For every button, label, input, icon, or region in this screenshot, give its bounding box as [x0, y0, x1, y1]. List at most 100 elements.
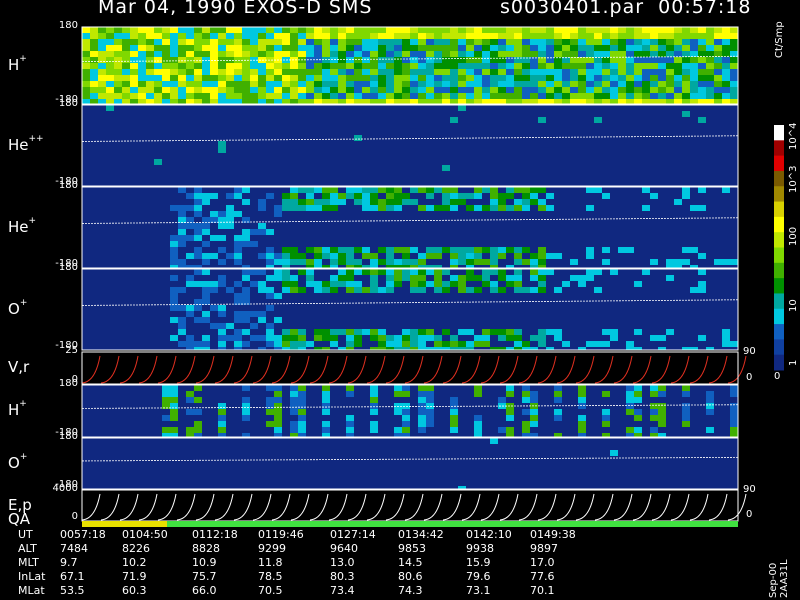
spectrogram-cell: [146, 199, 154, 205]
spectrogram-cell: [218, 269, 226, 275]
spectrogram-cell: [442, 141, 450, 147]
spectrogram-cell: [314, 259, 322, 265]
spectrogram-cell: [322, 311, 330, 317]
spectrogram-cell: [82, 269, 90, 275]
spectrogram-cell: [266, 229, 274, 235]
spectrogram-cell: [722, 305, 730, 311]
spectrogram-cell: [106, 99, 114, 104]
spectrogram-cell: [354, 397, 362, 403]
spectrogram-cell: [162, 165, 170, 171]
spectrogram-cell: [570, 253, 578, 259]
spectrogram-cell: [402, 81, 410, 87]
spectrogram-cell: [218, 69, 226, 75]
spectrogram-cell: [290, 385, 298, 391]
spectrogram-cell: [538, 323, 546, 329]
spectrogram-cell: [698, 69, 706, 75]
spectrogram-cell: [186, 129, 194, 135]
spectrogram-cell: [498, 193, 506, 199]
spectrogram-cell: [530, 241, 538, 247]
spectrogram-cell: [602, 193, 610, 199]
spectrogram-cell: [650, 247, 658, 253]
spectrogram-cell: [314, 323, 322, 329]
spectrogram-cell: [426, 187, 434, 193]
spectrogram-cell: [146, 293, 154, 299]
spectrogram-cell: [146, 329, 154, 335]
spectrogram-cell: [346, 259, 354, 265]
spectrogram-cell: [402, 135, 410, 141]
spectrogram-cell: [546, 211, 554, 217]
spectrogram-cell: [666, 247, 674, 253]
spectrogram-cell: [570, 63, 578, 69]
spectrogram-cell: [274, 51, 282, 57]
spectrogram-cell: [274, 293, 282, 299]
spectrogram-cell: [610, 217, 618, 223]
spectrogram-cell: [162, 391, 170, 397]
spectrogram-cell: [298, 427, 306, 433]
spectrogram-cell: [442, 193, 450, 199]
spectrogram-cell: [690, 259, 698, 265]
spectrogram-cell: [202, 323, 210, 329]
spectrogram-cell: [226, 165, 234, 171]
spectrogram-cell: [394, 223, 402, 229]
spectrogram-cell: [250, 75, 258, 81]
spectrogram-cell: [538, 165, 546, 171]
spectrogram-cell: [442, 33, 450, 39]
spectrogram-cell: [610, 247, 618, 253]
spectrogram-cell: [562, 93, 570, 99]
spectrogram-cell: [434, 421, 442, 427]
spectrogram-cell: [354, 323, 362, 329]
spectrogram-cell: [178, 193, 186, 199]
spectrogram-cell: [442, 87, 450, 93]
spectrogram-cell: [466, 187, 474, 193]
spectrogram-cell: [82, 253, 90, 259]
spectrogram-cell: [82, 135, 90, 141]
spectrogram-cell: [586, 141, 594, 147]
spectrogram-cell: [186, 341, 194, 347]
spectrogram-cell: [154, 193, 162, 199]
spectrogram-cell: [186, 323, 194, 329]
spectrogram-cell: [186, 87, 194, 93]
spectrogram-cell: [338, 99, 346, 104]
spectrogram-cell: [218, 341, 226, 347]
spectrogram-cell: [338, 153, 346, 159]
spectrogram-cell: [98, 305, 106, 311]
spectrogram-cell: [306, 415, 314, 421]
spectrogram-cell: [674, 117, 682, 123]
spectrogram-cell: [226, 171, 234, 177]
spectrogram-cell: [394, 305, 402, 311]
spectrogram-cell: [458, 81, 466, 87]
spectrogram-cell: [690, 87, 698, 93]
spectrogram-cell: [106, 159, 114, 165]
spectrogram-cell: [186, 311, 194, 317]
spectrogram-cell: [306, 117, 314, 123]
spectrogram-cell: [98, 317, 106, 323]
spectrogram-cell: [634, 211, 642, 217]
spectrogram-cell: [570, 123, 578, 129]
spectrogram-cell: [706, 117, 714, 123]
spectrogram-cell: [586, 187, 594, 193]
spectrogram-cell: [626, 281, 634, 287]
spectrogram-cell: [634, 341, 642, 347]
spectrogram-cell: [146, 275, 154, 281]
spectrogram-cell: [530, 211, 538, 217]
spectrogram-cell: [130, 147, 138, 153]
spectrogram-cell: [210, 159, 218, 165]
spectrogram-cell: [474, 229, 482, 235]
spectrogram-cell: [274, 129, 282, 135]
spectrogram-cell: [250, 205, 258, 211]
spectrogram-cell: [442, 281, 450, 287]
spectrogram-cell: [274, 187, 282, 193]
spectrogram-cell: [602, 69, 610, 75]
spectrogram-cell: [610, 229, 618, 235]
spectrogram-cell: [266, 159, 274, 165]
spectrogram-cell: [298, 135, 306, 141]
spectrogram-cell: [354, 335, 362, 341]
spectrogram-cell: [578, 341, 586, 347]
spectrogram-cell: [658, 241, 666, 247]
spectrogram-cell: [346, 69, 354, 75]
spectrogram-cell: [330, 299, 338, 305]
spectrogram-cell: [394, 171, 402, 177]
spectrogram-cell: [506, 111, 514, 117]
spectrogram-cell: [562, 223, 570, 229]
spectrogram-cell: [634, 305, 642, 311]
